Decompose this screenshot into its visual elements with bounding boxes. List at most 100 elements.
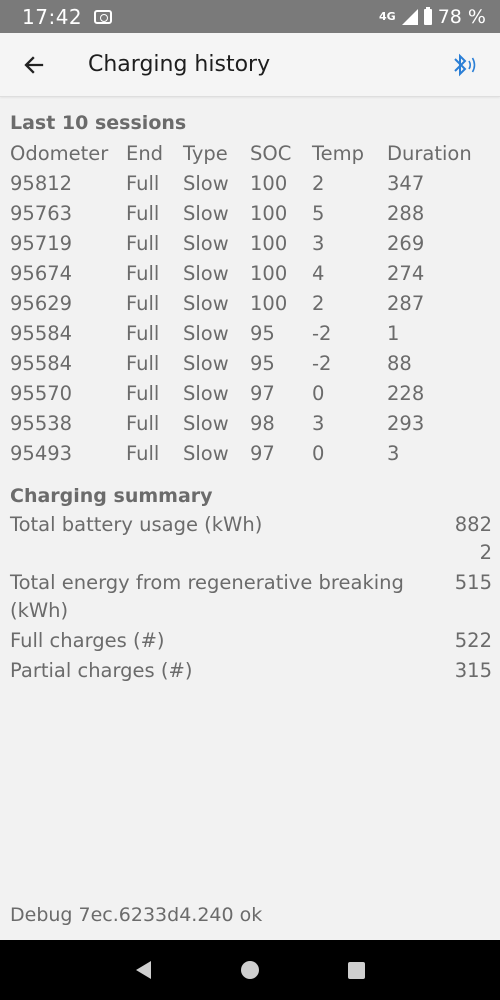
summary-row: Full charges (#) 522 xyxy=(10,627,492,655)
type-cell: Slow xyxy=(183,171,229,195)
temp-cell: 5 xyxy=(312,201,325,225)
nav-home-button[interactable] xyxy=(230,950,270,990)
type-cell: Slow xyxy=(183,261,229,285)
table-row: 95629 Full Slow 100 2 287 xyxy=(10,288,487,318)
table-row: 95763 Full Slow 100 5 288 xyxy=(10,198,487,228)
odometer-cell: 95674 xyxy=(10,261,73,285)
nav-recents-button[interactable] xyxy=(337,950,377,990)
odometer-cell: 95719 xyxy=(10,231,73,255)
soc-cell: 98 xyxy=(250,411,275,435)
odometer-cell: 95538 xyxy=(10,411,73,435)
summary-section: Charging summary Total battery usage (kW… xyxy=(10,481,492,685)
summary-row: Partial charges (#) 315 xyxy=(10,657,492,685)
odometer-cell: 95584 xyxy=(10,351,73,375)
summary-value: 8822 xyxy=(454,513,492,564)
table-row: 95674 Full Slow 100 4 274 xyxy=(10,258,487,288)
screenshot-icon xyxy=(94,9,113,24)
summary-label: Total battery usage (kWh) xyxy=(10,513,263,536)
temp-cell: 4 xyxy=(312,261,325,285)
table-row: 95584 Full Slow 95 -2 88 xyxy=(10,348,487,378)
status-bar: 17:42 4G 78 % xyxy=(0,0,500,33)
soc-cell: 97 xyxy=(250,381,275,405)
sessions-table: Odometer End Type SOC Temp Duration 9581… xyxy=(10,138,487,468)
battery-icon xyxy=(423,6,432,25)
sessions-title: Last 10 sessions xyxy=(10,112,187,134)
duration-cell: 274 xyxy=(387,261,425,285)
end-cell: Full xyxy=(126,231,160,255)
type-cell: Slow xyxy=(183,201,229,225)
duration-cell: 228 xyxy=(387,381,425,405)
end-cell: Full xyxy=(126,411,160,435)
arrow-left-icon xyxy=(24,55,44,74)
soc-cell: 100 xyxy=(250,261,288,285)
temp-cell: 0 xyxy=(312,441,325,465)
end-cell: Full xyxy=(126,351,160,375)
soc-cell: 95 xyxy=(250,351,275,375)
duration-cell: 347 xyxy=(387,171,425,195)
app-bar: Charging history xyxy=(0,33,500,97)
column-header: Duration xyxy=(387,141,472,165)
temp-cell: 0 xyxy=(312,381,325,405)
temp-cell: -2 xyxy=(312,321,332,345)
home-circle-icon xyxy=(240,961,259,979)
summary-value: 315 xyxy=(454,659,492,682)
type-cell: Slow xyxy=(183,231,229,255)
table-row: 95719 Full Slow 100 3 269 xyxy=(10,228,487,258)
duration-cell: 288 xyxy=(387,201,425,225)
odometer-cell: 95570 xyxy=(10,381,73,405)
table-row: 95538 Full Slow 98 3 293 xyxy=(10,408,487,438)
end-cell: Full xyxy=(126,261,160,285)
duration-cell: 3 xyxy=(387,441,400,465)
type-cell: Slow xyxy=(183,351,229,375)
table-header-row: Odometer End Type SOC Temp Duration xyxy=(10,138,487,168)
soc-cell: 100 xyxy=(250,231,288,255)
table-row: 95812 Full Slow 100 2 347 xyxy=(10,168,487,198)
type-cell: Slow xyxy=(183,411,229,435)
battery-level: 78 % xyxy=(437,5,486,28)
bluetooth-button[interactable] xyxy=(450,50,480,80)
duration-cell: 269 xyxy=(387,231,425,255)
table-row: 95570 Full Slow 97 0 228 xyxy=(10,378,487,408)
temp-cell: 2 xyxy=(312,291,325,315)
duration-cell: 293 xyxy=(387,411,425,435)
end-cell: Full xyxy=(126,201,160,225)
back-button[interactable] xyxy=(0,33,68,97)
summary-label: Partial charges (#) xyxy=(10,659,193,682)
network-type: 4G xyxy=(379,10,396,23)
summary-label: Total energy from regenerative breaking … xyxy=(10,571,404,622)
column-header: End xyxy=(126,141,164,165)
end-cell: Full xyxy=(126,441,160,465)
soc-cell: 100 xyxy=(250,171,288,195)
table-row: 95584 Full Slow 95 -2 1 xyxy=(10,318,487,348)
summary-value: 515 xyxy=(454,571,492,594)
type-cell: Slow xyxy=(183,321,229,345)
soc-cell: 95 xyxy=(250,321,275,345)
soc-cell: 100 xyxy=(250,291,288,315)
column-header: Odometer xyxy=(10,141,109,165)
odometer-cell: 95629 xyxy=(10,291,73,315)
summary-label: Full charges (#) xyxy=(10,629,165,652)
summary-value: 522 xyxy=(454,629,492,652)
soc-cell: 97 xyxy=(250,441,275,465)
type-cell: Slow xyxy=(183,441,229,465)
end-cell: Full xyxy=(126,321,160,345)
page-title: Charging history xyxy=(88,52,271,77)
duration-cell: 88 xyxy=(387,351,412,375)
end-cell: Full xyxy=(126,291,160,315)
end-cell: Full xyxy=(126,381,160,405)
temp-cell: 3 xyxy=(312,231,325,255)
type-cell: Slow xyxy=(183,381,229,405)
temp-cell: 2 xyxy=(312,171,325,195)
status-indicators: 4G 78 % xyxy=(379,6,486,28)
temp-cell: -2 xyxy=(312,351,332,375)
type-cell: Slow xyxy=(183,291,229,315)
odometer-cell: 95812 xyxy=(10,171,73,195)
sessions-body: 95812 Full Slow 100 2 347 95763 Full Slow 100 5 288… xyxy=(10,168,487,468)
nav-back-button[interactable] xyxy=(123,950,163,990)
bluetooth-icon xyxy=(454,53,476,76)
debug-text: Debug 7ec.6233d4.240 ok xyxy=(10,904,263,926)
duration-cell: 287 xyxy=(387,291,425,315)
back-triangle-icon xyxy=(135,961,151,979)
status-time: 17:42 xyxy=(22,4,83,29)
content: Last 10 sessions Odometer End Type SOC T… xyxy=(10,108,492,685)
